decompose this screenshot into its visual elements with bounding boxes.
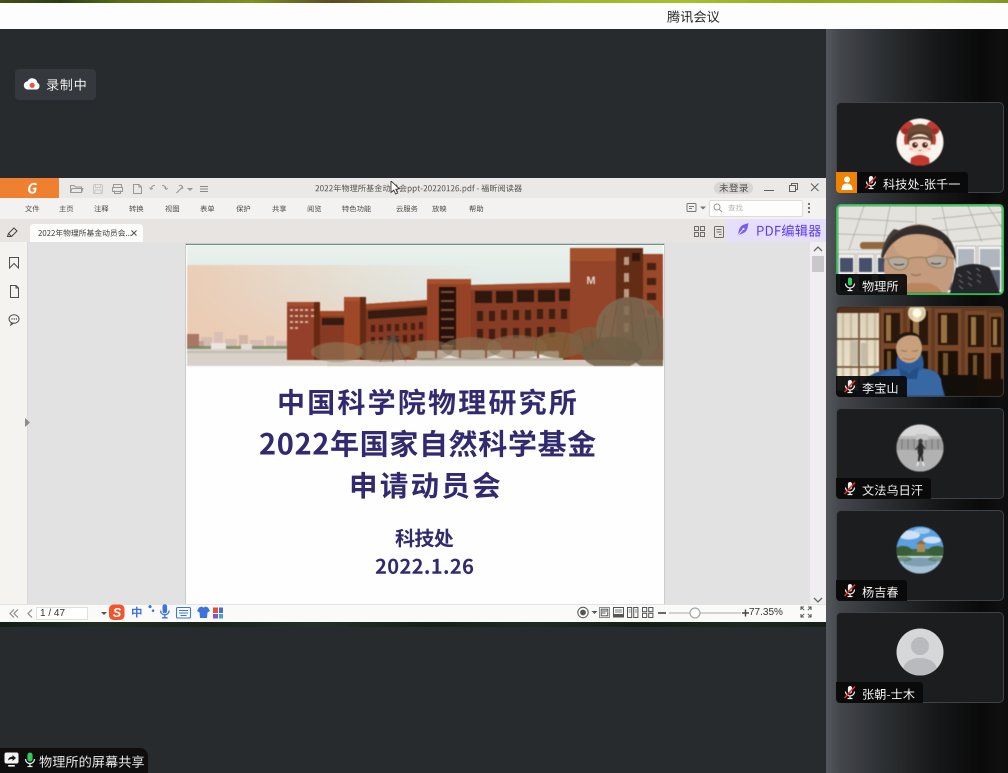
svg-text:M: M <box>586 275 595 287</box>
svg-text:S: S <box>113 606 122 620</box>
